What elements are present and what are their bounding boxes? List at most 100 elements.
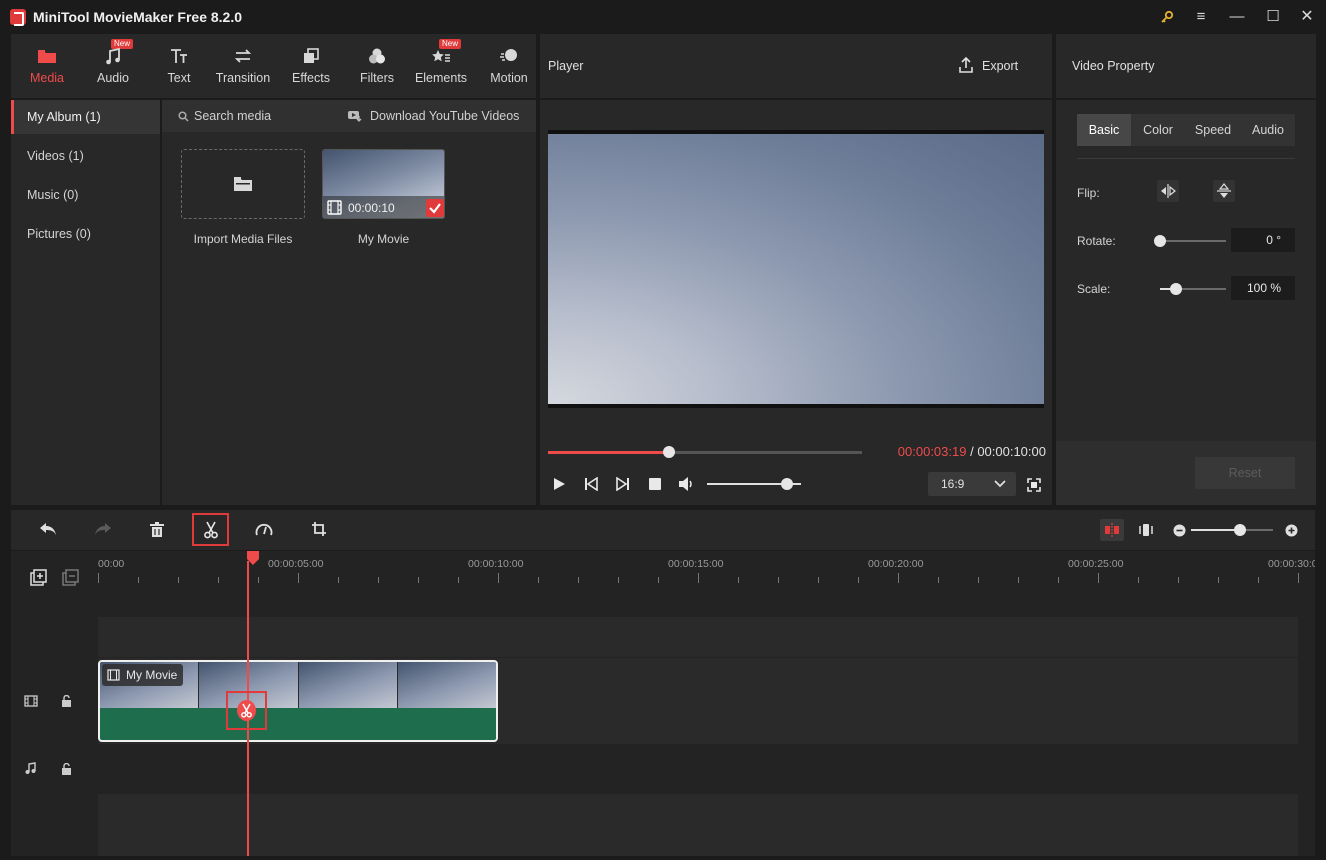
undo-icon[interactable] <box>39 521 57 537</box>
ruler-tick <box>1058 577 1059 583</box>
redo-icon[interactable] <box>94 521 112 537</box>
close-button[interactable]: ✕ <box>1296 6 1318 28</box>
tool-motion[interactable]: Motion <box>477 34 541 98</box>
check-icon <box>426 199 444 217</box>
video-preview-frame <box>548 130 1044 408</box>
tab-color[interactable]: Color <box>1131 114 1185 146</box>
rotate-value-field[interactable]: 0 ° <box>1231 228 1295 252</box>
volume-slider[interactable] <box>707 478 801 490</box>
search-placeholder: Search media <box>194 109 272 123</box>
youtube-download-icon <box>348 111 362 122</box>
export-icon <box>959 56 973 73</box>
tool-motion-label: Motion <box>490 71 528 85</box>
volume-icon[interactable] <box>678 476 696 492</box>
time-label: 00:00:15:00 <box>668 558 724 570</box>
sidebar-item-my-album[interactable]: My Album (1) <box>11 100 160 134</box>
search-icon <box>178 111 189 122</box>
play-icon[interactable] <box>552 477 566 491</box>
lock-icon[interactable] <box>61 695 72 708</box>
tool-text[interactable]: Text <box>147 34 211 98</box>
scale-knob[interactable] <box>1170 283 1182 295</box>
reset-button[interactable]: Reset <box>1195 457 1295 489</box>
media-clip-thumbnail[interactable]: 00:00:10 <box>322 149 445 219</box>
zoom-in-icon[interactable] <box>1285 524 1298 537</box>
ruler-tick <box>978 577 979 583</box>
zoom-slider[interactable] <box>1191 524 1273 536</box>
ruler-tick <box>1018 577 1019 583</box>
download-youtube-button[interactable]: Download YouTube Videos <box>348 108 528 126</box>
delete-icon[interactable] <box>149 521 165 538</box>
lock-icon[interactable] <box>61 763 72 776</box>
ruler-tick <box>1218 577 1219 583</box>
ruler-tick <box>658 577 659 583</box>
remove-track-icon[interactable] <box>62 569 80 586</box>
fullscreen-icon[interactable] <box>1027 478 1041 492</box>
add-track-icon[interactable] <box>30 569 48 586</box>
fit-timeline-icon[interactable] <box>1138 522 1154 538</box>
rotate-slider[interactable] <box>1154 235 1226 247</box>
flip-vertical-button[interactable] <box>1213 180 1235 202</box>
zoom-out-icon[interactable] <box>1173 524 1186 537</box>
stop-icon[interactable] <box>648 477 662 491</box>
rotate-knob[interactable] <box>1154 235 1166 247</box>
scale-value-field[interactable]: 100 % <box>1231 276 1295 300</box>
tab-audio[interactable]: Audio <box>1241 114 1295 146</box>
ruler-tick <box>1258 577 1259 583</box>
video-track-icon <box>24 695 38 707</box>
speed-icon[interactable] <box>255 521 273 538</box>
ruler-tick <box>1298 573 1299 583</box>
ruler-tick <box>338 577 339 583</box>
tab-basic[interactable]: Basic <box>1077 114 1131 146</box>
key-icon[interactable] <box>1156 6 1178 28</box>
tool-effects[interactable]: Effects <box>279 34 343 98</box>
timeline-video-clip[interactable]: My Movie <box>98 660 498 742</box>
zoom-knob[interactable] <box>1234 524 1246 536</box>
video-property-panel: Basic Color Speed Audio Flip: Rotate: 0 … <box>1056 100 1316 505</box>
media-library: Search media Download YouTube Videos Imp… <box>162 100 536 505</box>
ruler-tick <box>258 577 259 583</box>
tool-audio[interactable]: New Audio <box>81 34 145 98</box>
sidebar-item-videos[interactable]: Videos (1) <box>11 139 160 173</box>
crop-icon[interactable] <box>311 521 327 537</box>
sidebar-item-music[interactable]: Music (0) <box>11 178 160 212</box>
next-frame-icon[interactable] <box>616 477 630 491</box>
clip-name: My Movie <box>126 668 178 682</box>
sidebar-item-pictures[interactable]: Pictures (0) <box>11 217 160 251</box>
export-button[interactable]: Export <box>954 54 1044 78</box>
search-media[interactable]: Search media <box>176 108 346 126</box>
maximize-button[interactable]: ☐ <box>1262 6 1284 28</box>
video-preview[interactable] <box>548 134 1044 404</box>
tool-elements[interactable]: New Elements <box>409 34 473 98</box>
tool-transition[interactable]: Transition <box>211 34 275 98</box>
volume-knob[interactable] <box>781 478 793 490</box>
time-ruler[interactable]: 00:00 00:00:05:00 00:00:10:00 00:00:15:0… <box>98 551 1315 587</box>
timeline-panel: 00:00 00:00:05:00 00:00:10:00 00:00:15:0… <box>11 551 1315 856</box>
tool-media[interactable]: Media <box>15 34 79 98</box>
tool-filters[interactable]: Filters <box>345 34 409 98</box>
snap-toggle[interactable] <box>1100 519 1124 541</box>
property-title: Video Property <box>1072 59 1155 73</box>
progress-track[interactable] <box>548 446 862 458</box>
previous-frame-icon[interactable] <box>584 477 598 491</box>
minimize-button[interactable]: — <box>1226 6 1248 28</box>
scissors-icon <box>241 703 252 718</box>
empty-track-row <box>98 617 1298 657</box>
flip-horizontal-button[interactable] <box>1157 180 1179 202</box>
import-media-label: Import Media Files <box>193 232 293 246</box>
split-marker-highlight[interactable] <box>226 691 267 730</box>
player-header: Player Export <box>540 34 1052 98</box>
scale-slider[interactable] <box>1160 283 1226 295</box>
tab-speed[interactable]: Speed <box>1185 114 1241 146</box>
folder-icon <box>38 50 56 63</box>
time-separator: / <box>966 444 978 459</box>
import-media-button[interactable] <box>181 149 305 219</box>
progress-knob[interactable] <box>663 446 675 458</box>
ruler-tick <box>538 577 539 583</box>
audio-track-icon <box>25 762 36 774</box>
aspect-ratio-select[interactable]: 16:9 <box>928 472 1016 496</box>
split-button[interactable] <box>192 513 229 546</box>
scissors-icon <box>204 521 218 539</box>
ruler-tick <box>698 573 699 583</box>
menu-icon[interactable]: ≡ <box>1190 6 1212 28</box>
ruler-tick <box>418 577 419 583</box>
